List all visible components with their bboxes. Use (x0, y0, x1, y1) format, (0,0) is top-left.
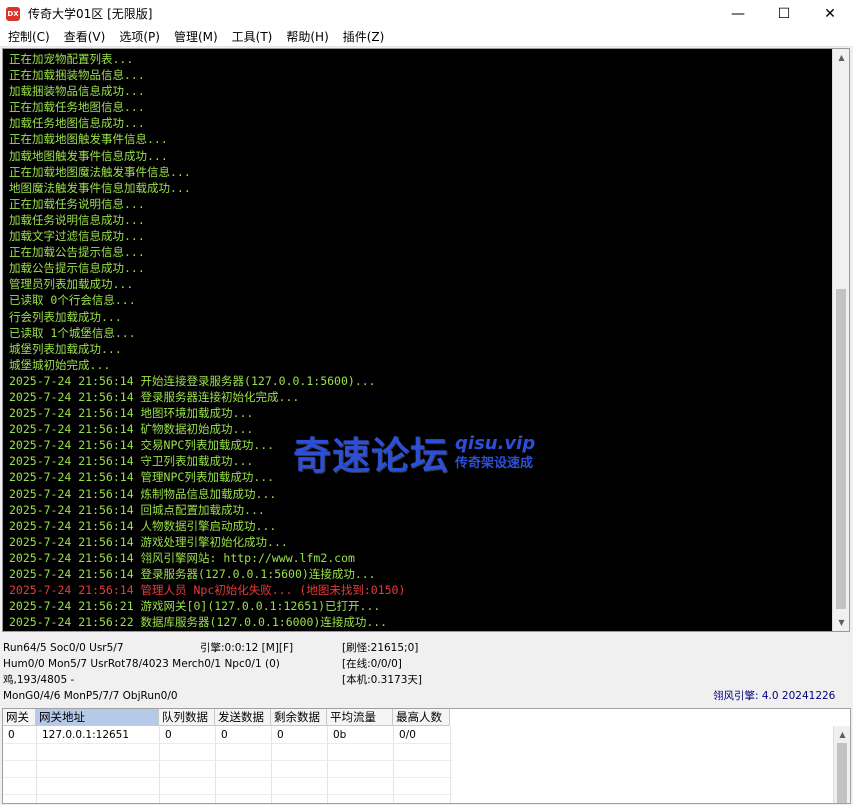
log-line: 正在加载任务地图信息... (9, 100, 145, 115)
table-scrollbar[interactable]: ▲ (833, 726, 850, 803)
cell-address: 127.0.0.1:12651 (42, 729, 130, 741)
maximize-button[interactable]: ☐ (761, 0, 807, 27)
log-line: 2025-7-24 21:56:14 炼制物品信息加载成功... (9, 486, 277, 501)
minimize-button[interactable]: — (715, 0, 761, 27)
menu-view[interactable]: 查看(V) (57, 27, 113, 47)
log-line: 2025-7-24 21:56:14 人物数据引擎启动成功... (9, 518, 277, 533)
log-line: 加载捆装物品信息成功... (9, 84, 145, 99)
column-header-avg-traffic[interactable]: 平均流量 (327, 709, 393, 726)
log-line: 2025-7-24 21:56:14 开始连接登录服务器(127.0.0.1:5… (9, 373, 376, 388)
scroll-up-icon[interactable]: ▲ (834, 726, 850, 742)
cell-remaining: 0 (277, 729, 284, 741)
engine-version: 翎风引擎: 4.0 20241226 (713, 690, 836, 702)
log-line: 已读取 0个行会信息... (9, 293, 136, 308)
log-line: 已读取 1个城堡信息... (9, 325, 136, 340)
log-line: 城堡列表加载成功... (9, 341, 122, 356)
log-line: 2025-7-24 21:56:14 管理人员 Npc初始化失败... (地图未… (9, 583, 406, 598)
log-line: 正在加载任务说明信息... (9, 196, 145, 211)
window-title: 传奇大学01区 [无限版] (28, 7, 153, 21)
status-local: [本机:0.3173天] (342, 674, 422, 686)
scroll-thumb[interactable] (836, 289, 846, 609)
menu-tools[interactable]: 工具(T) (225, 27, 280, 47)
log-line: 2025-7-24 21:56:14 管理NPC列表加载成功... (9, 470, 275, 485)
log-line: 2025-7-24 21:56:14 回城点配置加载成功... (9, 502, 265, 517)
cell-avg-traffic: 0b (333, 729, 347, 741)
log-line: 加载公告提示信息成功... (9, 261, 145, 276)
column-header-address[interactable]: 网关地址 (36, 709, 159, 726)
log-line: 正在加载地图触发事件信息... (9, 132, 168, 147)
log-line: 2025-7-24 21:56:14 登录服务器连接初始化完成... (9, 389, 300, 404)
status-chicken: 鸡,193/4805 - (3, 674, 75, 686)
log-line: 加载地图触发事件信息成功... (9, 148, 168, 163)
log-line: 加载任务说明信息成功... (9, 212, 145, 227)
cell-sent: 0 (221, 729, 228, 741)
log-line: 正在加载捆装物品信息... (9, 68, 145, 83)
cell-queue: 0 (165, 729, 172, 741)
status-mong: MonG0/4/6 MonP5/7/7 ObjRun0/0 (3, 690, 178, 702)
log-scrollbar[interactable]: ▲ ▼ (832, 49, 849, 631)
column-header-max-users[interactable]: 最高人数 (393, 709, 450, 726)
column-header-remaining[interactable]: 剩余数据 (271, 709, 327, 726)
log-line: 正在加宠物配置列表... (9, 52, 134, 66)
gateway-table[interactable]: 网关 网关地址 队列数据 发送数据 剩余数据 平均流量 最高人数 0 127.0… (2, 708, 851, 804)
log-line: 城堡城初始完成... (9, 357, 111, 372)
log-line: 2025-7-24 21:56:14 矿物数据初始成功... (9, 422, 254, 437)
log-line: 2025-7-24 21:56:22 数据库服务器(127.0.0.1:6000… (9, 615, 388, 630)
scroll-up-icon[interactable]: ▲ (833, 49, 850, 66)
cell-gate: 0 (8, 729, 15, 741)
status-hum: Hum0/0 Mon5/7 UsrRot78/4023 Merch0/1 Npc… (3, 658, 280, 670)
window-controls: — ☐ ✕ (715, 0, 853, 27)
status-online: [在线:0/0/0] (342, 658, 402, 670)
status-engine: 引擎:0:0:12 [M][F] (200, 642, 294, 654)
log-line: 2025-7-24 21:56:14 游戏处理引擎初始化成功... (9, 534, 288, 549)
log-line: 2025-7-24 21:56:14 翎风引擎网站: http://www.lf… (9, 550, 355, 565)
close-button[interactable]: ✕ (807, 0, 853, 27)
menu-bar: 控制(C) 查看(V) 选项(P) 管理(M) 工具(T) 帮助(H) 插件(Z… (0, 27, 853, 47)
log-line: 2025-7-24 21:56:14 登录服务器(127.0.0.1:5600)… (9, 567, 376, 581)
scroll-down-icon[interactable]: ▼ (833, 614, 850, 631)
menu-help[interactable]: 帮助(H) (279, 27, 335, 47)
log-line: 2025-7-24 21:56:14 交易NPC列表加载成功... (9, 438, 275, 453)
table-row[interactable]: 0 127.0.0.1:12651 0 0 0 0b 0/0 (3, 727, 450, 744)
cell-max-users: 0/0 (399, 729, 416, 741)
menu-manage[interactable]: 管理(M) (167, 27, 225, 47)
app-icon: DX (6, 6, 20, 21)
log-line: 地图魔法触发事件信息加载成功... (9, 180, 191, 195)
log-line: 行会列表加载成功... (9, 309, 122, 324)
column-header-sent[interactable]: 发送数据 (215, 709, 271, 726)
log-line: 管理员列表加载成功... (9, 277, 134, 292)
log-console[interactable]: 正在加宠物配置列表... 正在加载捆装物品信息... 加载捆装物品信息成功... 正在… (2, 48, 850, 632)
log-text-area[interactable]: 正在加宠物配置列表... 正在加载捆装物品信息... 加载捆装物品信息成功... 正在… (3, 49, 833, 631)
status-panel: Run64/5 Soc0/0 Usr5/7 引擎:0:0:12 [M][F] [… (0, 635, 853, 707)
log-line: 加载任务地图信息成功... (9, 116, 145, 131)
log-line: 正在加载地图魔法触发事件信息... (9, 164, 191, 179)
menu-plugins[interactable]: 插件(Z) (336, 27, 392, 47)
status-refresh: [刷怪:21615;0] (342, 642, 419, 654)
menu-control[interactable]: 控制(C) (0, 27, 57, 47)
log-line: 正在加载公告提示信息... (9, 245, 145, 260)
log-line: 2025-7-24 21:56:14 地图环境加载成功... (9, 406, 254, 421)
menu-options[interactable]: 选项(P) (112, 27, 167, 47)
status-run: Run64/5 Soc0/0 Usr5/7 (3, 642, 124, 654)
log-line: 2025-7-24 21:56:14 守卫列表加载成功... (9, 454, 254, 469)
log-line: 2025-7-24 21:56:21 游戏网关[0](127.0.0.1:126… (9, 599, 381, 614)
column-header-gate[interactable]: 网关 (3, 709, 36, 726)
title-bar: DX 传奇大学01区 [无限版] — ☐ ✕ (0, 0, 853, 27)
log-line: 加载文字过滤信息成功... (9, 229, 145, 244)
table-header: 网关 网关地址 队列数据 发送数据 剩余数据 平均流量 最高人数 (3, 709, 450, 726)
scroll-thumb[interactable] (837, 743, 847, 803)
column-header-queue[interactable]: 队列数据 (159, 709, 215, 726)
